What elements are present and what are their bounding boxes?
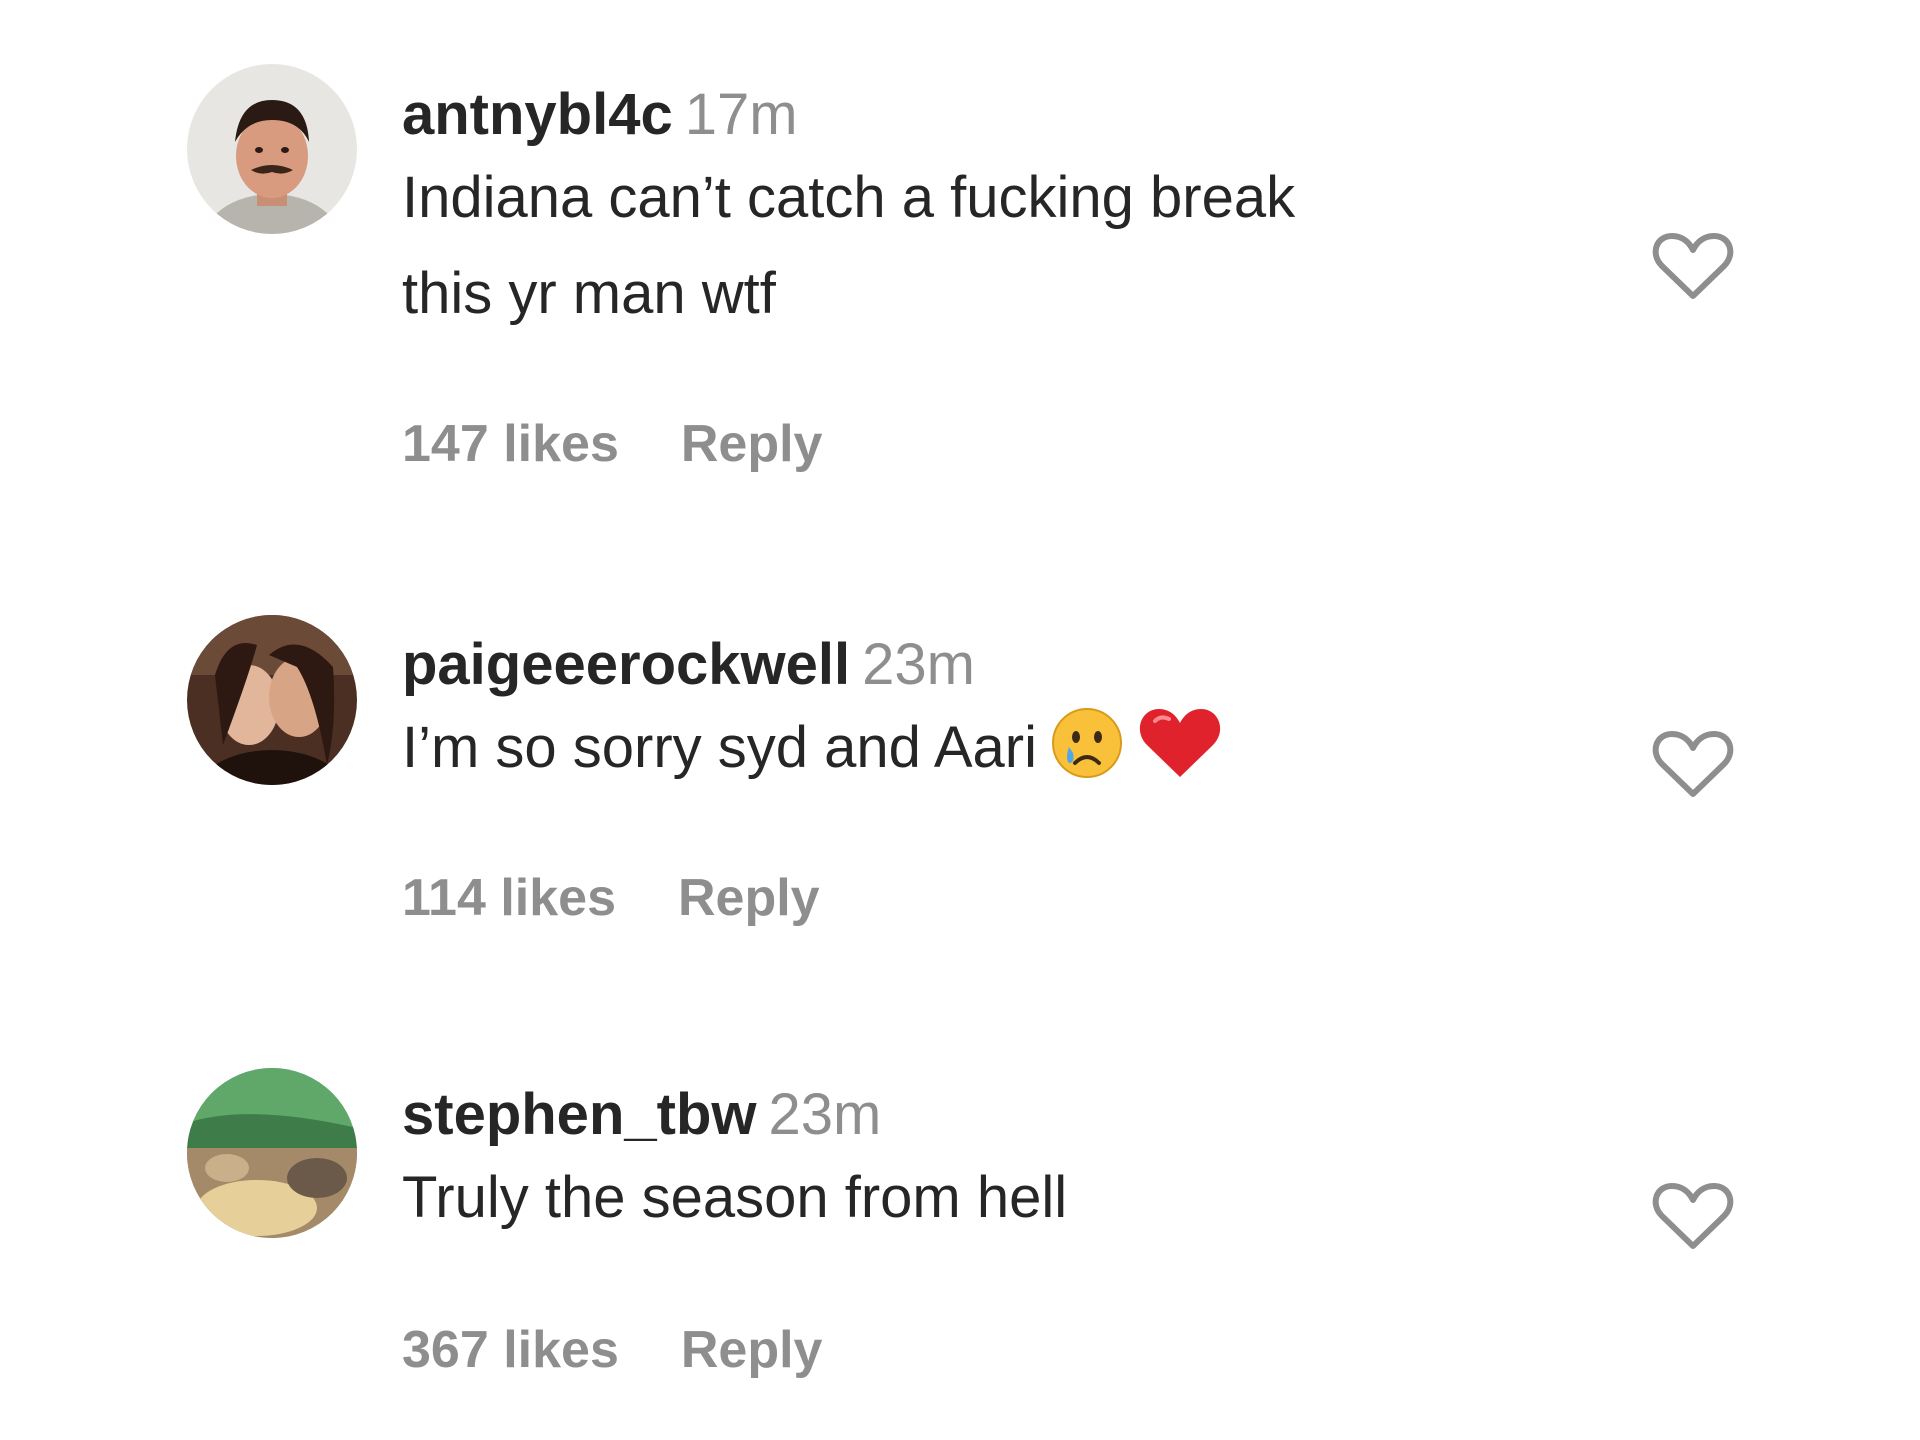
avatar-image [187, 1068, 357, 1238]
comment-actions: 367 likes Reply [402, 1318, 822, 1382]
avatar[interactable] [187, 615, 357, 785]
likes-count[interactable]: 147 likes [402, 415, 619, 473]
reply-button[interactable]: Reply [681, 415, 823, 473]
comment-header: paigeeerockwell 23m [402, 630, 1592, 700]
comment-text: Truly the season from hell [402, 1150, 1592, 1246]
comment-content: paigeeerockwell 23m I’m so sorry syd and … [402, 630, 1592, 810]
timestamp[interactable]: 17m [685, 82, 798, 147]
comment-text: I’m so sorry syd and Aari [402, 700, 1592, 810]
comment-content: stephen_tbw 23m Truly the season from hel… [402, 1080, 1592, 1246]
comment-text-line: this yr man wtf [402, 261, 776, 326]
comment-actions: 114 likes Reply [402, 866, 820, 930]
avatar-image [187, 64, 357, 234]
reply-button[interactable]: Reply [681, 1321, 823, 1379]
username[interactable]: antnybl4c [402, 82, 673, 147]
heart-icon[interactable] [1652, 728, 1734, 800]
heart-icon[interactable] [1652, 230, 1734, 302]
comment-text-line: I’m so sorry syd and Aari [402, 715, 1037, 780]
likes-count[interactable]: 114 likes [402, 869, 616, 927]
username[interactable]: stephen_tbw [402, 1082, 757, 1147]
red-heart-emoji [1137, 705, 1223, 810]
likes-count[interactable]: 367 likes [402, 1321, 619, 1379]
timestamp[interactable]: 23m [862, 632, 975, 697]
timestamp[interactable]: 23m [769, 1082, 882, 1147]
comment-header: stephen_tbw 23m [402, 1080, 1592, 1150]
heart-icon[interactable] [1652, 1180, 1734, 1252]
comment-text: Indiana can’t catch a fucking break this… [402, 150, 1592, 342]
username[interactable]: paigeeerockwell [402, 632, 850, 697]
crying-face-emoji [1049, 705, 1125, 810]
comment-actions: 147 likes Reply [402, 412, 822, 476]
comment-text-line: Truly the season from hell [402, 1165, 1068, 1230]
avatar[interactable] [187, 1068, 357, 1238]
reply-button[interactable]: Reply [678, 869, 820, 927]
avatar[interactable] [187, 64, 357, 234]
comment-header: antnybl4c 17m [402, 80, 1592, 150]
comment-text-line: Indiana can’t catch a fucking break [402, 165, 1296, 230]
avatar-image [187, 615, 357, 785]
comment-content: antnybl4c 17m Indiana can’t catch a fucki… [402, 80, 1592, 342]
